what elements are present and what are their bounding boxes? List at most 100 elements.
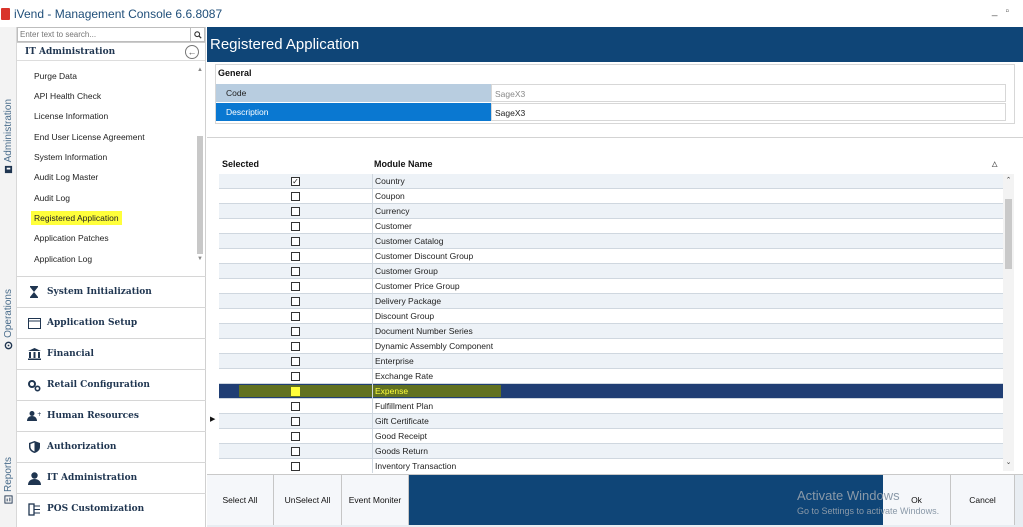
table-row[interactable]: Fulfillment Plan: [219, 398, 1014, 414]
submenu-item-audit-log-master[interactable]: Audit Log Master: [34, 170, 98, 184]
table-row[interactable]: Customer Group: [219, 263, 1014, 279]
scroll-up-icon[interactable]: ▲: [196, 67, 204, 73]
submenu-scrollbar[interactable]: ▲ ▼: [196, 66, 204, 298]
row-checkbox[interactable]: [291, 206, 300, 216]
nav-it-administration[interactable]: IT Administration: [17, 462, 206, 493]
submenu-item-eula[interactable]: End User License Agreement: [34, 130, 145, 144]
search-input[interactable]: [17, 27, 191, 42]
cell-module-name: Gift Certificate: [372, 413, 1002, 429]
row-checkbox[interactable]: [291, 371, 300, 381]
cell-selected: [219, 221, 372, 231]
col-header-module-name[interactable]: Module Name: [372, 159, 992, 169]
table-row[interactable]: Customer Catalog: [219, 233, 1014, 249]
cancel-button[interactable]: Cancel: [951, 475, 1015, 525]
nav-financial[interactable]: Financial: [17, 338, 206, 369]
tab-reports-label: Reports: [3, 457, 14, 493]
nav-application-setup[interactable]: Application Setup: [17, 307, 206, 338]
nav-pos-customization[interactable]: POS Customization: [17, 493, 206, 524]
minimize-icon[interactable]: _: [992, 6, 998, 17]
row-checkbox[interactable]: [291, 401, 300, 411]
row-checkbox[interactable]: [291, 326, 300, 336]
table-row[interactable]: ✓ Country: [219, 173, 1014, 189]
cell-module-name: Good Receipt: [372, 428, 1002, 444]
nav-authorization[interactable]: Authorization: [17, 431, 206, 462]
page-header: Registered Application: [207, 27, 1023, 62]
row-checkbox[interactable]: [291, 266, 300, 276]
submenu-item-registered-application[interactable]: Registered Application: [31, 211, 122, 225]
sort-icon[interactable]: △: [992, 160, 997, 168]
table-row[interactable]: Good Receipt: [219, 428, 1014, 444]
report-icon: [4, 495, 13, 504]
row-checkbox[interactable]: [291, 416, 300, 426]
table-row[interactable]: Gift Certificate: [219, 413, 1014, 429]
row-checkbox[interactable]: ✓: [291, 176, 300, 186]
row-checkbox[interactable]: [291, 446, 300, 456]
code-row: Code SageX3: [216, 84, 1006, 102]
table-row[interactable]: Customer Price Group: [219, 278, 1014, 294]
table-row[interactable]: Document Number Series: [219, 323, 1014, 339]
cell-module-name: Document Number Series: [372, 323, 1002, 339]
nav-human-resources[interactable]: + Human Resources: [17, 400, 206, 431]
nav-retail-configuration[interactable]: Retail Configuration: [17, 369, 206, 400]
tab-reports[interactable]: Reports: [0, 457, 17, 504]
grid-header: Selected Module Name △: [219, 153, 1014, 174]
submenu-item-system-information[interactable]: System Information: [34, 150, 107, 164]
submenu-item-application-log[interactable]: Application Log: [34, 252, 92, 266]
cell-module-name: Customer Discount Group: [372, 248, 1002, 264]
table-row[interactable]: Dynamic Assembly Component: [219, 338, 1014, 354]
restore-icon[interactable]: ▫: [1005, 6, 1009, 17]
row-checkbox[interactable]: [291, 356, 300, 366]
row-checkbox[interactable]: [291, 386, 300, 396]
table-row[interactable]: Customer: [219, 218, 1014, 234]
cell-selected: [219, 461, 372, 471]
event-monitor-button[interactable]: Event Moniter: [342, 475, 409, 525]
search-button[interactable]: [191, 27, 205, 42]
scroll-down-icon[interactable]: ▼: [196, 256, 204, 262]
table-row[interactable]: Inventory Transaction: [219, 458, 1014, 473]
description-field[interactable]: SageX3: [491, 103, 1006, 121]
row-checkbox[interactable]: [291, 461, 300, 471]
table-row[interactable]: Customer Discount Group: [219, 248, 1014, 264]
table-row[interactable]: Goods Return: [219, 443, 1014, 459]
submenu-scroll-thumb[interactable]: [197, 136, 203, 254]
submenu-item-purge-data[interactable]: Purge Data: [34, 69, 77, 83]
row-checkbox[interactable]: [291, 221, 300, 231]
row-checkbox[interactable]: [291, 311, 300, 321]
table-row[interactable]: Enterprise: [219, 353, 1014, 369]
table-row[interactable]: Discount Group: [219, 308, 1014, 324]
code-field[interactable]: SageX3: [491, 84, 1006, 102]
grid-scroll-thumb[interactable]: [1005, 199, 1012, 269]
table-row[interactable]: Exchange Rate: [219, 368, 1014, 384]
tab-operations[interactable]: Operations: [0, 289, 17, 350]
row-checkbox[interactable]: [291, 296, 300, 306]
submenu-item-application-patches[interactable]: Application Patches: [34, 231, 109, 245]
row-checkbox[interactable]: [291, 281, 300, 291]
grid-scrollbar[interactable]: ⌃ ⌄: [1003, 174, 1014, 471]
cell-selected: [219, 401, 372, 411]
nav-system-initialization[interactable]: System Initialization: [17, 276, 206, 307]
submenu-item-api-health-check[interactable]: API Health Check: [34, 89, 101, 103]
back-arrow-icon[interactable]: ←: [185, 44, 199, 59]
row-checkbox[interactable]: [291, 251, 300, 261]
row-checkbox[interactable]: [291, 191, 300, 201]
cell-module-name: Country: [372, 173, 1002, 189]
window-icon: [27, 316, 41, 330]
table-row[interactable]: Delivery Package: [219, 293, 1014, 309]
row-checkbox[interactable]: [291, 431, 300, 441]
tab-administration[interactable]: Administration: [0, 99, 17, 174]
select-all-button[interactable]: Select All: [207, 475, 274, 525]
submenu-item-audit-log[interactable]: Audit Log: [34, 191, 70, 205]
row-checkbox[interactable]: [291, 341, 300, 351]
col-header-selected[interactable]: Selected: [219, 159, 372, 169]
title-bar: iVend - Management Console 6.6.8087 _ ▫: [0, 0, 1023, 27]
sidebar-group-header: IT Administration ←: [17, 43, 205, 61]
grid-scroll-up-icon[interactable]: ⌃: [1003, 176, 1014, 184]
unselect-all-button[interactable]: UnSelect All: [274, 475, 342, 525]
grid-scroll-down-icon[interactable]: ⌄: [1003, 458, 1014, 466]
table-row[interactable]: Expense: [219, 383, 1014, 399]
submenu-item-license-information[interactable]: License Information: [34, 109, 108, 123]
row-checkbox[interactable]: [291, 236, 300, 246]
table-row[interactable]: Currency: [219, 203, 1014, 219]
table-row[interactable]: Coupon: [219, 188, 1014, 204]
cell-module-name: Inventory Transaction: [372, 458, 1002, 473]
